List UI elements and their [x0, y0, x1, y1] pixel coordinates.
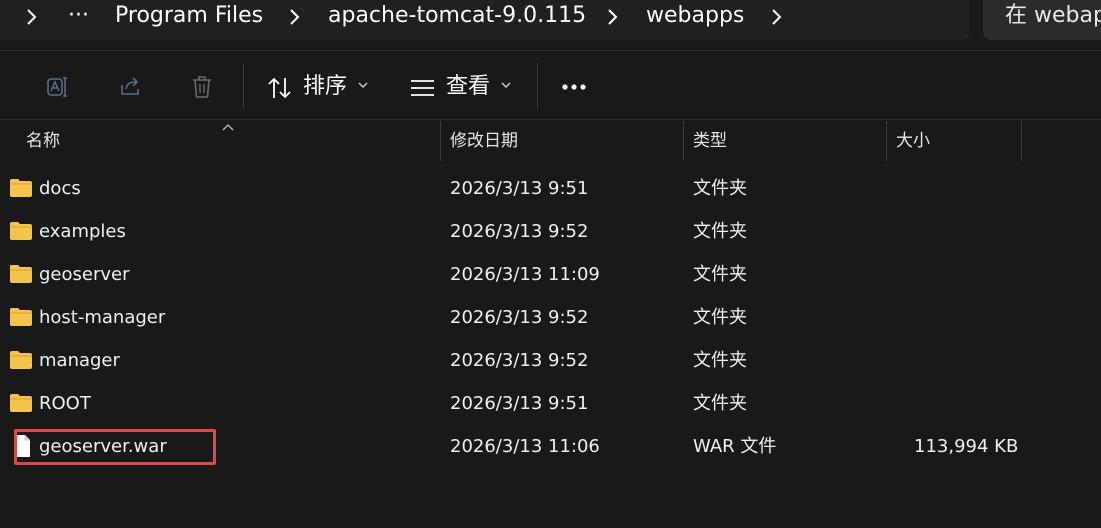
folder-icon	[9, 264, 33, 284]
file-modified: 2026/3/13 9:51	[450, 393, 589, 414]
view-button[interactable]: 查看	[446, 73, 490, 101]
folder-icon	[9, 393, 33, 413]
table-row[interactable]: manager 2026/3/13 9:52 文件夹	[0, 339, 1101, 382]
file-name: examples	[39, 221, 126, 242]
file-modified: 2026/3/13 9:52	[450, 350, 589, 371]
breadcrumb-webapps[interactable]: webapps	[646, 0, 744, 34]
delete-icon[interactable]	[190, 74, 214, 102]
table-row[interactable]: examples 2026/3/13 9:52 文件夹	[0, 210, 1101, 253]
folder-icon	[9, 221, 33, 241]
column-header-type[interactable]: 类型	[693, 121, 727, 161]
file-modified: 2026/3/13 9:52	[450, 307, 589, 328]
column-header-size[interactable]: 大小	[896, 121, 930, 161]
chevron-down-icon[interactable]	[358, 81, 368, 92]
file-name: manager	[39, 350, 120, 371]
file-type: 文件夹	[693, 393, 747, 414]
file-name: geoserver	[39, 264, 130, 285]
file-modified: 2026/3/13 11:06	[450, 436, 600, 457]
column-divider[interactable]	[683, 121, 684, 161]
file-modified: 2026/3/13 9:52	[450, 221, 589, 242]
chevron-down-icon[interactable]	[501, 81, 511, 92]
file-type: 文件夹	[693, 350, 747, 371]
command-bar: 排序 查看	[0, 50, 1101, 120]
folder-icon	[9, 178, 33, 198]
sort-icon[interactable]	[266, 75, 294, 103]
address-bar[interactable]: ··· Program Files apache-tomcat-9.0.115 …	[0, 0, 970, 40]
file-name: docs	[39, 178, 81, 199]
chevron-right-icon[interactable]	[22, 6, 42, 28]
column-header-name[interactable]: 名称	[26, 121, 60, 161]
file-modified: 2026/3/13 9:51	[450, 178, 589, 199]
file-type: 文件夹	[693, 178, 747, 199]
rename-icon[interactable]	[46, 75, 72, 103]
table-row[interactable]: geoserver 2026/3/13 11:09 文件夹	[0, 253, 1101, 296]
highlight-box	[14, 429, 216, 465]
share-icon[interactable]	[118, 75, 144, 103]
folder-icon	[9, 350, 33, 370]
file-type: 文件夹	[693, 307, 747, 328]
breadcrumb-overflow[interactable]: ···	[68, 0, 89, 34]
file-explorer-window: ··· Program Files apache-tomcat-9.0.115 …	[0, 0, 1101, 528]
column-divider[interactable]	[1021, 121, 1022, 161]
file-type: 文件夹	[693, 221, 747, 242]
table-row[interactable]: ROOT 2026/3/13 9:51 文件夹	[0, 382, 1101, 425]
column-headers: 名称 修改日期 类型 大小	[0, 121, 1101, 161]
sort-ascending-icon	[222, 122, 234, 135]
table-row[interactable]: docs 2026/3/13 9:51 文件夹	[0, 167, 1101, 210]
breadcrumb-apache-tomcat[interactable]: apache-tomcat-9.0.115	[328, 0, 586, 34]
file-type: 文件夹	[693, 264, 747, 285]
column-header-modified[interactable]: 修改日期	[450, 121, 518, 161]
file-type: WAR 文件	[693, 436, 777, 457]
column-divider[interactable]	[886, 121, 887, 161]
search-input[interactable]: 在 webapps 中搜索	[983, 0, 1101, 40]
chevron-right-icon[interactable]	[767, 6, 787, 28]
file-name: host-manager	[39, 307, 166, 328]
file-modified: 2026/3/13 11:09	[450, 264, 600, 285]
column-divider[interactable]	[440, 121, 441, 161]
folder-icon	[9, 307, 33, 327]
chevron-right-icon[interactable]	[285, 6, 305, 28]
file-name: ROOT	[39, 393, 91, 414]
chevron-right-icon[interactable]	[603, 6, 623, 28]
more-options-icon[interactable]	[561, 83, 587, 111]
toolbar-divider	[243, 63, 244, 109]
breadcrumb-program-files[interactable]: Program Files	[115, 0, 263, 34]
file-size: 113,994 KB	[914, 436, 1019, 457]
sort-button[interactable]: 排序	[303, 73, 347, 101]
toolbar-divider	[537, 63, 538, 109]
view-icon[interactable]	[410, 79, 436, 107]
table-row[interactable]: host-manager 2026/3/13 9:52 文件夹	[0, 296, 1101, 339]
